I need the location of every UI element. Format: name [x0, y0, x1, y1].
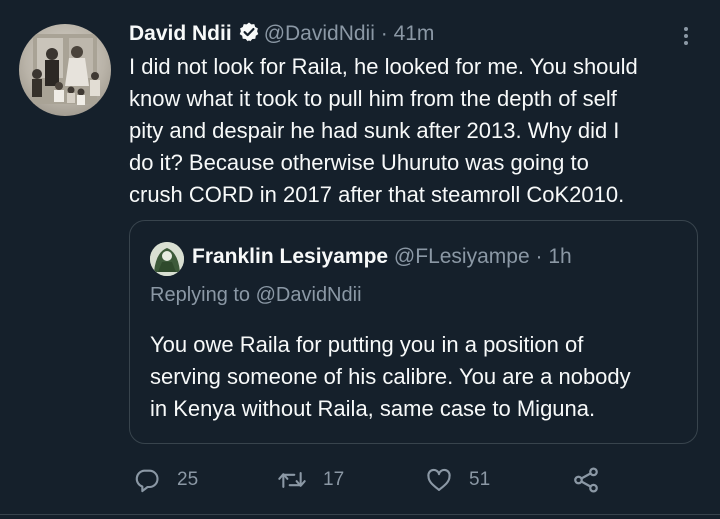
- like-count: 51: [469, 469, 491, 490]
- quoted-tweet-timestamp: 1h: [548, 245, 572, 268]
- verified-badge-icon: [238, 21, 260, 51]
- share-button[interactable]: [571, 462, 617, 498]
- replying-to-label: Replying to: [150, 284, 251, 306]
- replying-to-handle[interactable]: @DavidNdii: [256, 284, 362, 306]
- author-avatar[interactable]: [19, 24, 111, 116]
- reply-button[interactable]: 25: [133, 462, 198, 498]
- quoted-separator-dot: ·: [535, 245, 543, 268]
- retweet-count: 17: [323, 469, 345, 490]
- retweet-button[interactable]: 17: [277, 462, 344, 498]
- like-button[interactable]: 51: [425, 462, 490, 498]
- more-icon[interactable]: [676, 24, 696, 48]
- quoted-author-name[interactable]: Franklin Lesiyampe: [192, 245, 388, 268]
- avatar-photo: [32, 34, 100, 105]
- tweet-divider: [0, 514, 720, 515]
- reply-icon: [135, 469, 159, 493]
- tweet-header: David Ndii @DavidNdii · 41m: [129, 20, 434, 51]
- quoted-author-avatar: [150, 242, 184, 276]
- tweet-text: I did not look for Raila, he looked for …: [129, 54, 638, 207]
- heart-icon: [427, 468, 451, 491]
- author-handle[interactable]: @DavidNdii: [264, 22, 375, 45]
- tweet-timestamp[interactable]: 41m: [394, 22, 435, 45]
- tweet-actions: 25 17 51: [129, 462, 689, 498]
- quoted-tweet-header: Franklin Lesiyampe @FLesiyampe · 1h: [192, 243, 572, 271]
- share-icon: [574, 467, 598, 493]
- quoted-avatar-photo: [150, 242, 184, 276]
- quoted-author-handle[interactable]: @FLesiyampe: [394, 245, 530, 268]
- author-name[interactable]: David Ndii: [129, 22, 232, 45]
- reply-count: 25: [177, 469, 199, 490]
- quoted-tweet[interactable]: Franklin Lesiyampe @FLesiyampe · 1h Repl…: [129, 220, 698, 444]
- quoted-tweet-text: You owe Raila for putting you in a posit…: [150, 332, 631, 421]
- replying-to: Replying to @DavidNdii: [150, 281, 362, 309]
- separator-dot: ·: [380, 22, 388, 45]
- retweet-icon: [278, 472, 306, 488]
